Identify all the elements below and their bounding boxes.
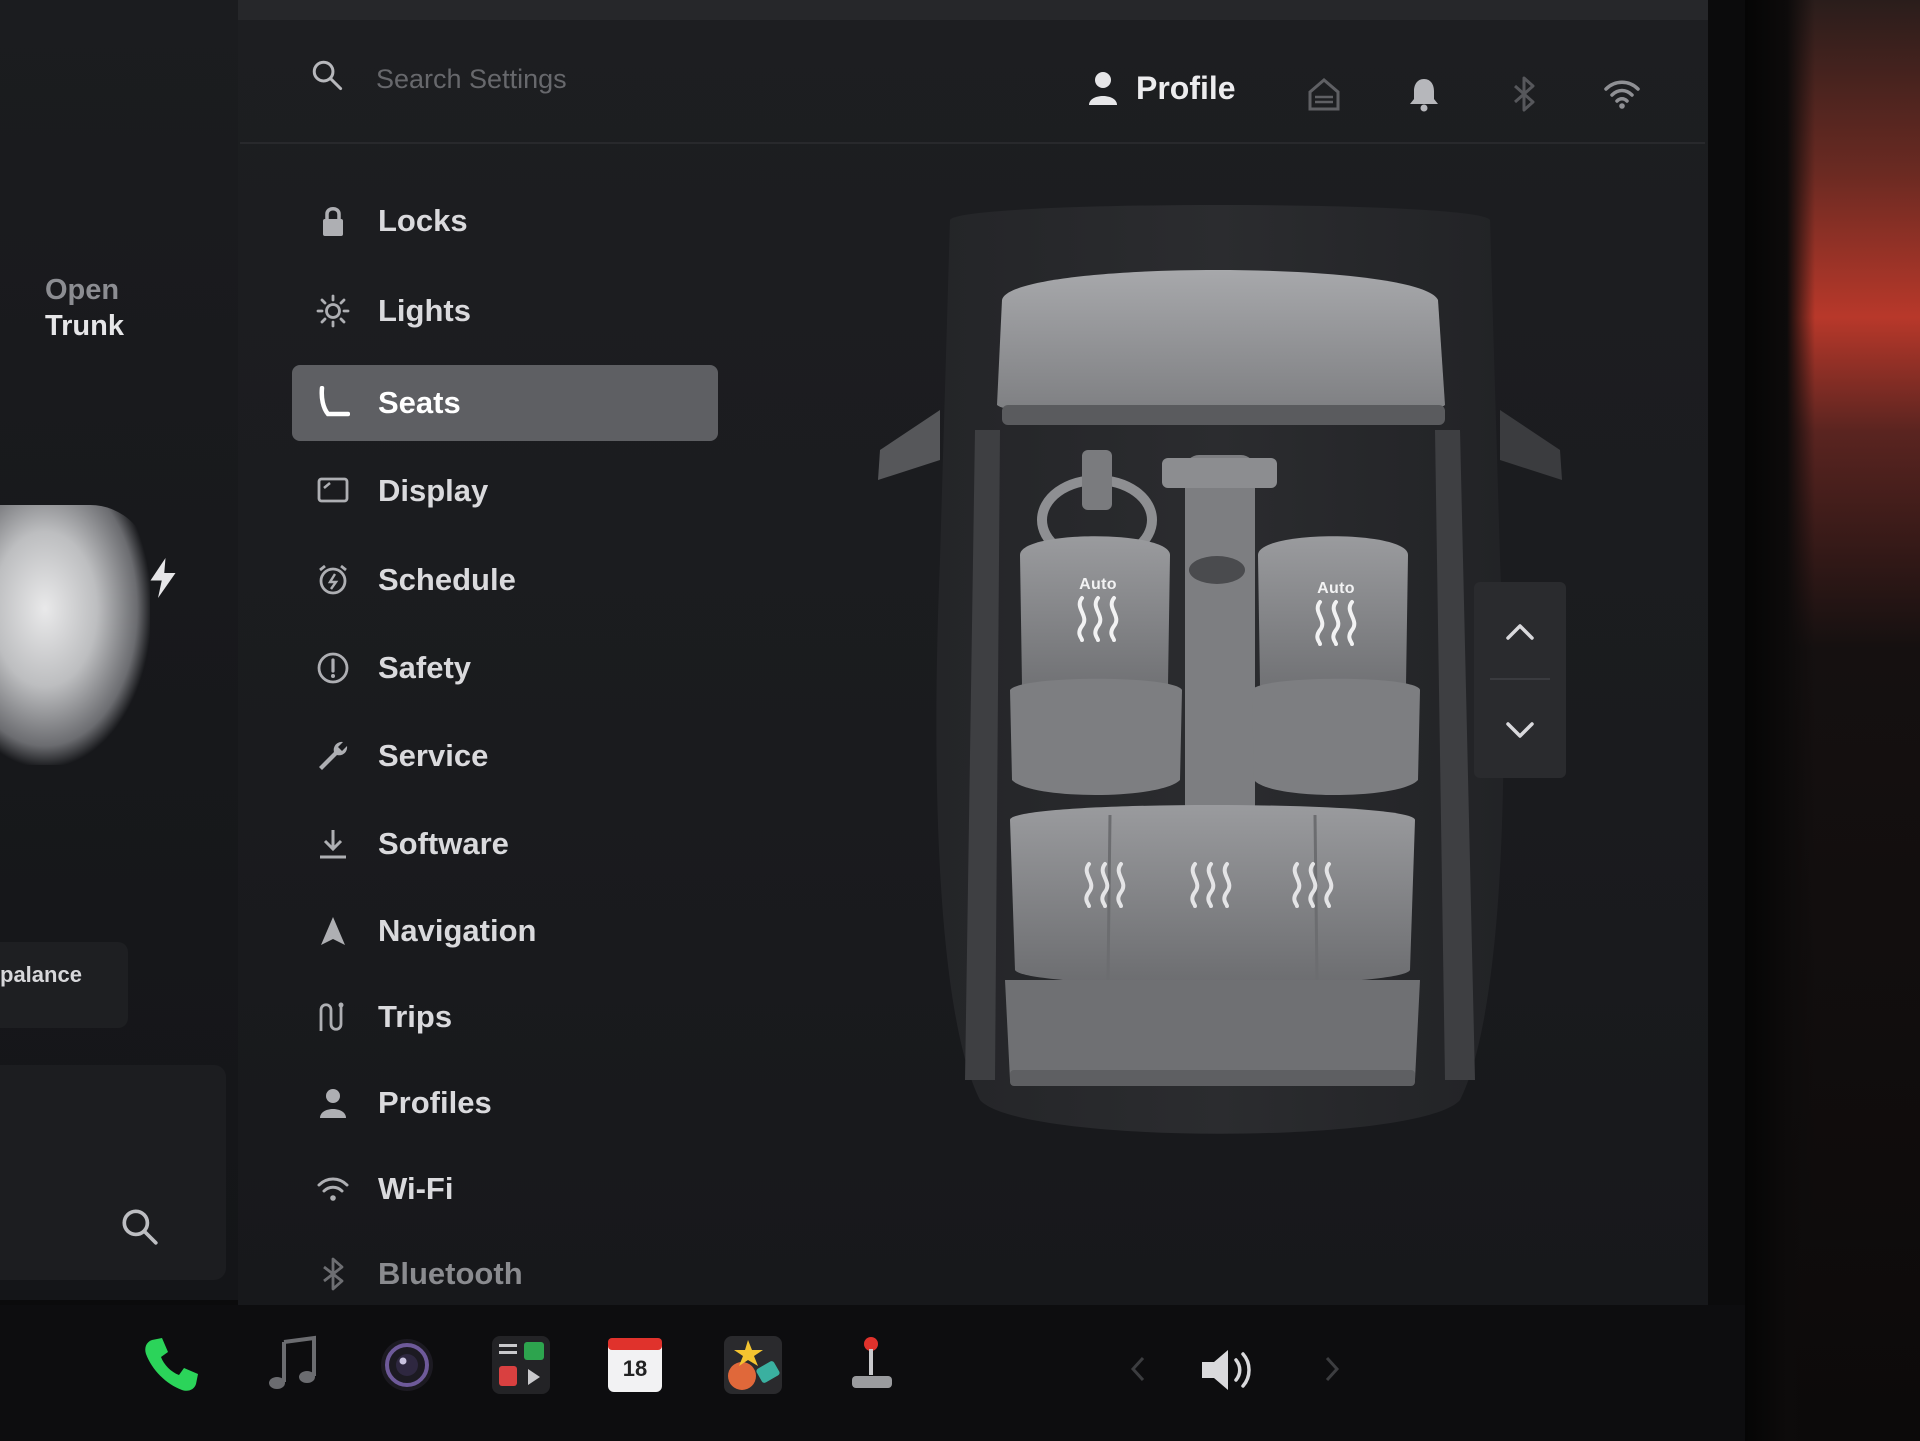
passenger-seat-heater[interactable]: Auto (1291, 580, 1381, 653)
music-note-icon[interactable] (262, 1334, 324, 1396)
alarm-clock-icon (316, 563, 350, 597)
search-card (0, 1065, 226, 1280)
menu-item-bluetooth[interactable]: Bluetooth (292, 1236, 718, 1312)
balance-label: palance (0, 962, 82, 987)
menu-item-label: Display (378, 473, 489, 508)
menu-item-label: Seats (378, 385, 461, 420)
menu-item-display[interactable]: Display (292, 453, 718, 529)
menu-item-label: Software (378, 826, 509, 861)
menu-item-label: Service (378, 738, 489, 773)
seat-heat-icon (1308, 600, 1364, 652)
menu-item-lights[interactable]: Lights (292, 273, 718, 349)
chevron-up-icon[interactable] (1494, 606, 1546, 658)
alert-circle-icon (316, 651, 350, 685)
bell-icon[interactable] (1406, 76, 1442, 112)
header-divider (240, 142, 1705, 144)
search-icon[interactable] (118, 1205, 160, 1247)
seat-heat-icon (1070, 596, 1126, 648)
search-icon (310, 58, 344, 92)
seat-heat-icon (1077, 862, 1133, 914)
chevron-down-icon[interactable] (1494, 704, 1546, 756)
lightning-icon[interactable] (148, 558, 178, 598)
bluetooth-icon[interactable] (1506, 76, 1542, 112)
sun-icon (316, 294, 350, 328)
open-trunk-label-line1: Open (45, 274, 120, 306)
display-icon (316, 474, 350, 508)
menu-item-wifi[interactable]: Wi-Fi (292, 1151, 718, 1227)
menu-item-label: Profiles (378, 1085, 492, 1120)
menu-item-seats[interactable]: Seats (292, 365, 718, 441)
apps-grid-icon[interactable] (490, 1334, 552, 1396)
profile-label: Profile (1136, 69, 1236, 106)
seat-icon (316, 385, 351, 420)
seat-heat-icon (1183, 862, 1239, 914)
wifi-icon (316, 1172, 350, 1206)
screen-bezel (1745, 0, 1920, 1441)
person-icon (1088, 71, 1118, 105)
menu-item-schedule[interactable]: Schedule (292, 542, 718, 618)
lock-icon (316, 204, 350, 238)
menu-item-label: Bluetooth (378, 1256, 523, 1291)
driver-seat-heater[interactable]: Auto (1053, 576, 1143, 649)
download-icon (316, 827, 350, 861)
wrench-icon (316, 739, 350, 773)
person-icon (316, 1086, 350, 1120)
menu-item-service[interactable]: Service (292, 718, 718, 794)
camera-icon[interactable] (376, 1334, 438, 1396)
volume-icon[interactable] (1198, 1344, 1258, 1396)
menu-item-profiles[interactable]: Profiles (292, 1065, 718, 1141)
seat-heat-icon (1285, 862, 1341, 914)
menu-item-label: Locks (378, 203, 468, 238)
rear-right-seat-heater[interactable] (1268, 860, 1358, 915)
seat-heater-mode-label: Auto (1317, 580, 1355, 597)
chevron-left-icon[interactable] (1126, 1352, 1150, 1386)
menu-item-software[interactable]: Software (292, 806, 718, 882)
divider (1490, 678, 1550, 680)
rear-center-seat-heater[interactable] (1166, 860, 1256, 915)
phone-icon[interactable] (140, 1334, 202, 1396)
open-trunk-button[interactable]: Open Trunk (45, 272, 124, 344)
menu-item-label: Safety (378, 650, 472, 685)
menu-item-label: Trips (378, 999, 453, 1034)
calendar-date: 18 (622, 1356, 648, 1381)
menu-item-navigation[interactable]: Navigation (292, 893, 718, 969)
menu-item-label: Schedule (378, 562, 516, 597)
navigation-arrow-icon (316, 914, 350, 948)
chevron-right-icon[interactable] (1320, 1352, 1344, 1386)
map-strip (238, 0, 1708, 20)
rear-left-seat-heater[interactable] (1060, 860, 1150, 915)
menu-item-locks[interactable]: Locks (292, 183, 718, 259)
open-trunk-label-line2: Trunk (45, 310, 124, 342)
arcade-icon[interactable] (722, 1334, 784, 1396)
menu-item-trips[interactable]: Trips (292, 979, 718, 1055)
homelink-icon[interactable] (1306, 76, 1342, 112)
trips-icon (316, 1000, 350, 1034)
profile-button[interactable]: Profile (1088, 66, 1236, 110)
menu-item-label: Wi-Fi (378, 1171, 454, 1206)
search-settings-input[interactable] (376, 60, 796, 98)
wifi-icon[interactable] (1604, 76, 1640, 112)
joystick-icon[interactable] (840, 1334, 902, 1396)
car-seat-diagram (860, 200, 1580, 1150)
car-render (0, 505, 150, 765)
menu-item-label: Lights (378, 293, 471, 328)
menu-item-label: Navigation (378, 913, 537, 948)
menu-item-safety[interactable]: Safety (292, 630, 718, 706)
bluetooth-icon (316, 1257, 350, 1291)
seat-heater-mode-label: Auto (1079, 576, 1117, 593)
